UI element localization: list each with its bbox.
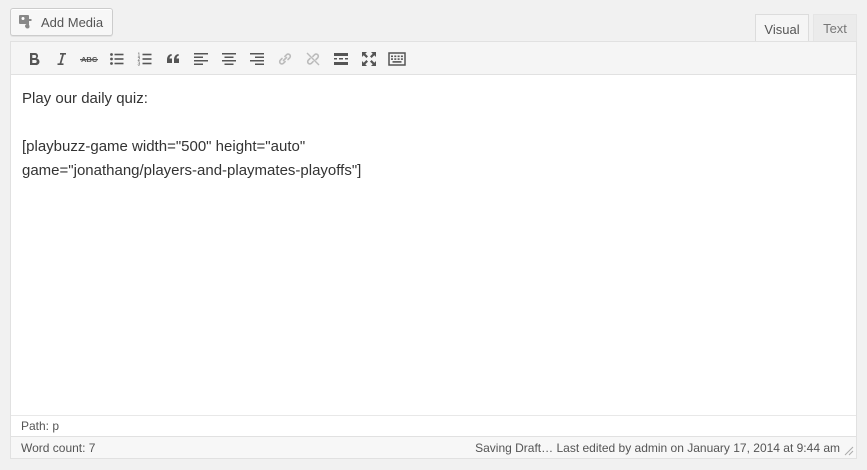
fullscreen-icon xyxy=(361,51,377,67)
bold-button[interactable] xyxy=(22,47,46,71)
toolbar-toggle-button[interactable] xyxy=(385,47,409,71)
align-left-icon xyxy=(193,51,209,67)
shortcode-line: game="jonathang/players-and-playmates-pl… xyxy=(22,162,362,179)
formatting-toolbar: ABC 1 2 3 xyxy=(11,42,856,75)
element-path: Path: p xyxy=(21,419,60,433)
editor-content-area[interactable]: Play our daily quiz: [playbuzz-game widt… xyxy=(11,75,856,415)
shortcode-line: [playbuzz-game width="500" height="auto" xyxy=(22,138,306,155)
insert-more-tag-icon xyxy=(333,51,349,67)
tab-text[interactable]: Text xyxy=(813,14,857,42)
align-center-button[interactable] xyxy=(217,47,241,71)
tab-visual[interactable]: Visual xyxy=(755,14,809,43)
add-media-button[interactable]: Add Media xyxy=(10,8,113,36)
resize-grip-icon[interactable] xyxy=(843,445,854,456)
italic-button[interactable] xyxy=(49,47,73,71)
insert-more-tag-button[interactable] xyxy=(329,47,353,71)
align-center-icon xyxy=(221,51,237,67)
add-media-label: Add Media xyxy=(41,14,104,30)
bold-icon xyxy=(26,51,42,67)
media-icon xyxy=(18,14,36,30)
numbered-list-button[interactable]: 1 2 3 xyxy=(133,47,157,71)
remove-link-button[interactable] xyxy=(301,47,325,71)
strikethrough-button[interactable]: ABC xyxy=(77,47,101,71)
align-right-button[interactable] xyxy=(245,47,269,71)
blockquote-button[interactable] xyxy=(161,47,185,71)
remove-link-icon xyxy=(305,51,321,67)
fullscreen-button[interactable] xyxy=(357,47,381,71)
content-paragraph: Play our daily quiz: xyxy=(22,90,148,107)
align-left-button[interactable] xyxy=(189,47,213,71)
bulleted-list-icon xyxy=(109,51,125,67)
italic-icon xyxy=(53,51,69,67)
editor-container: ABC 1 2 3 Play our daily quiz: [playbuzz… xyxy=(10,41,857,459)
element-path-bar: Path: p xyxy=(11,415,856,436)
editor-status-bar: Word count: 7 Saving Draft… Last edited … xyxy=(11,436,856,458)
numbered-list-icon: 1 2 3 xyxy=(137,51,153,67)
insert-link-button[interactable] xyxy=(273,47,297,71)
toolbar-toggle-icon xyxy=(388,51,406,67)
bulleted-list-button[interactable] xyxy=(105,47,129,71)
strikethrough-icon: ABC xyxy=(80,51,98,67)
editor-header: Add Media Visual Text xyxy=(0,0,867,43)
last-edited-status: Saving Draft… Last edited by admin on Ja… xyxy=(475,441,840,455)
insert-link-icon xyxy=(277,51,293,67)
blockquote-icon xyxy=(165,51,181,67)
word-count: Word count: 7 xyxy=(21,441,96,455)
align-right-icon xyxy=(249,51,265,67)
svg-text:3: 3 xyxy=(138,62,141,68)
